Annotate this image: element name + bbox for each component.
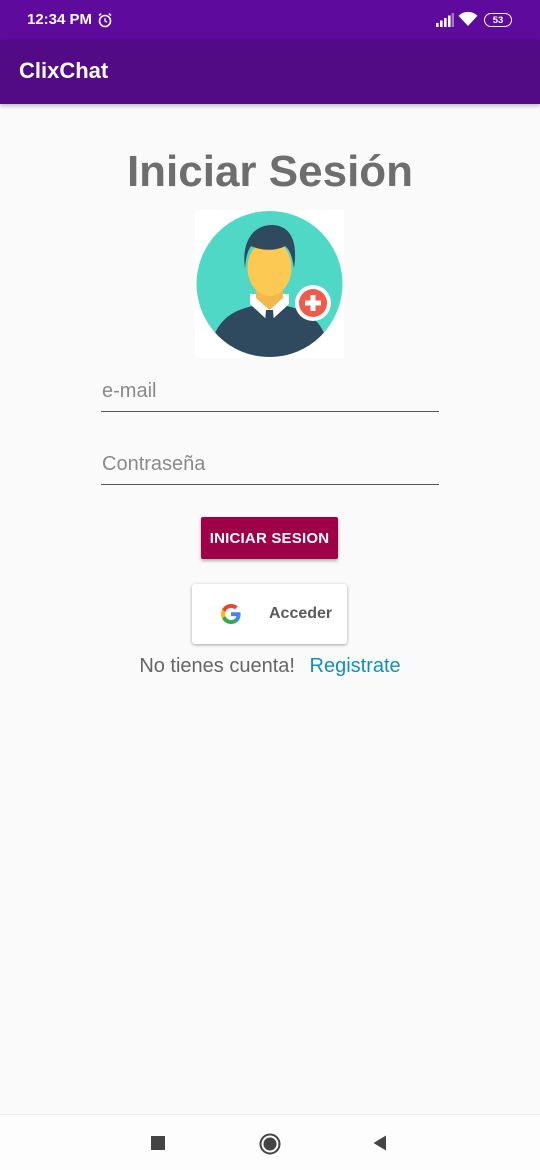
app-bar: ClixChat: [0, 40, 540, 104]
password-input[interactable]: [101, 445, 439, 484]
email-field[interactable]: [101, 372, 439, 412]
system-nav-bar: [0, 1114, 540, 1170]
google-signin-label: Acceder: [269, 605, 333, 622]
page-title: Iniciar Sesión: [126, 147, 414, 196]
password-field[interactable]: [101, 445, 439, 485]
app-title: ClixChat: [19, 58, 109, 83]
user-add-avatar-icon: [195, 210, 344, 358]
register-row: No tienes cuenta! Registrate: [0, 655, 540, 678]
register-link[interactable]: Registrate: [310, 655, 401, 677]
battery-level: 53: [492, 14, 504, 26]
signal-icon: [436, 13, 454, 27]
recents-square-icon[interactable]: [151, 1136, 165, 1150]
back-triangle-icon[interactable]: [373, 1135, 387, 1151]
battery-icon: 53: [484, 13, 512, 27]
wifi-icon: [458, 11, 478, 26]
google-logo-icon: [221, 604, 241, 624]
login-button[interactable]: INICIAR SESION: [201, 517, 338, 559]
alarm-icon: [98, 13, 112, 28]
google-signin-button[interactable]: Acceder: [192, 584, 347, 644]
email-input[interactable]: [101, 372, 439, 411]
status-time: 12:34 PM: [27, 11, 93, 28]
home-circle-icon[interactable]: [259, 1133, 281, 1155]
status-bar: 12:34 PM 53: [0, 0, 540, 40]
register-prompt: No tienes cuenta!: [139, 655, 295, 677]
